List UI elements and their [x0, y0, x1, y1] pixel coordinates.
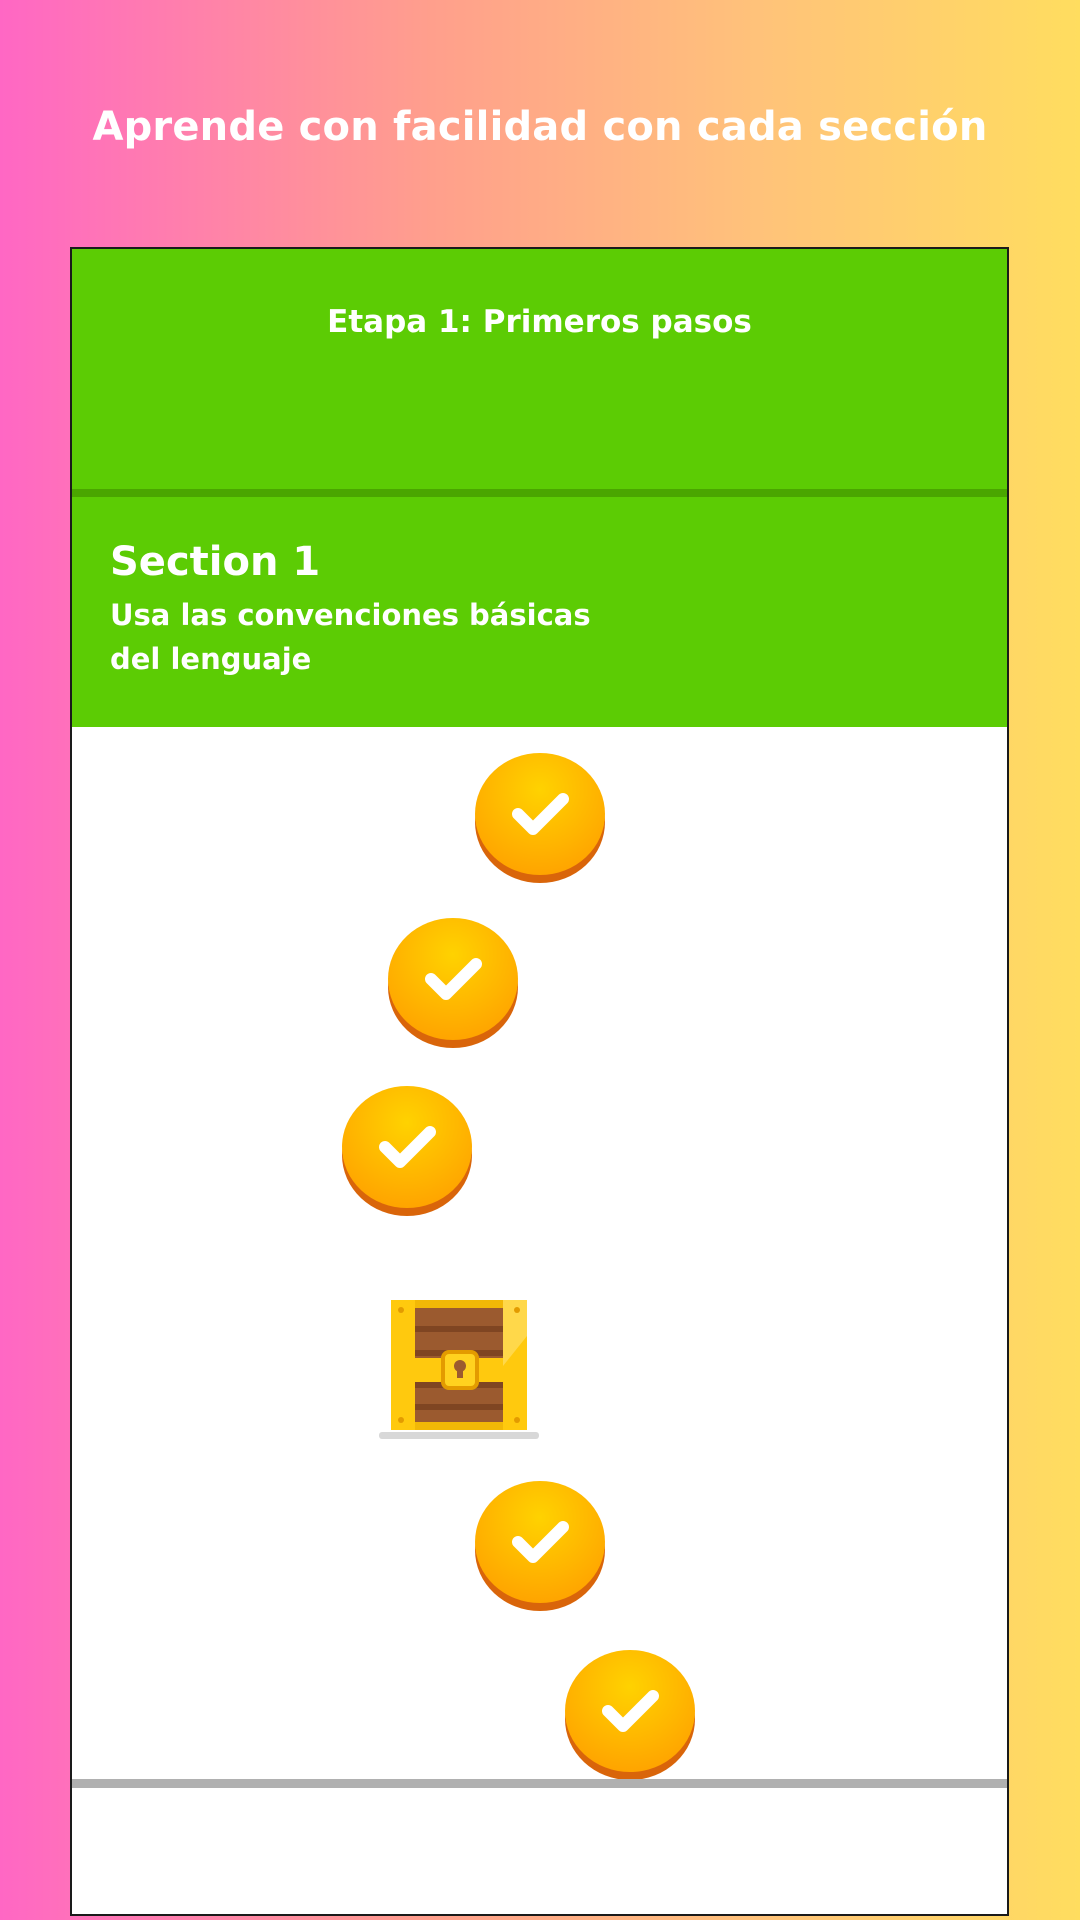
lesson-node-3[interactable] [342, 1086, 472, 1216]
checkmark-icon [512, 793, 569, 835]
checkmark-icon [379, 1126, 436, 1168]
section-description: Usa las convenciones básicas del lenguaj… [110, 593, 670, 681]
phone-screen: Etapa 1: Primeros pasos Section 1 Usa la… [70, 247, 1009, 1916]
lesson-node-2[interactable] [388, 918, 518, 1048]
treasure-chest-icon [379, 1300, 539, 1439]
bottom-nav-divider [72, 1779, 1007, 1788]
header-divider [72, 489, 1007, 497]
checkmark-icon [512, 1521, 569, 1563]
treasure-chest-button[interactable] [377, 1296, 541, 1441]
checkmark-icon [425, 958, 482, 1000]
section-title: Section 1 [110, 539, 321, 585]
lesson-node-4[interactable] [475, 1481, 605, 1611]
stage-header: Etapa 1: Primeros pasos [72, 249, 1007, 493]
checkmark-icon [602, 1690, 659, 1732]
bottom-nav-bar [72, 1788, 1007, 1914]
section-description-line2: del lenguaje [110, 642, 312, 676]
section-description-line1: Usa las convenciones básicas [110, 598, 591, 632]
lesson-node-5[interactable] [565, 1650, 695, 1780]
stage-title: Etapa 1: Primeros pasos [327, 304, 752, 340]
promo-headline: Aprende con facilidad con cada sección [92, 104, 988, 150]
lesson-node-1[interactable] [475, 753, 605, 883]
